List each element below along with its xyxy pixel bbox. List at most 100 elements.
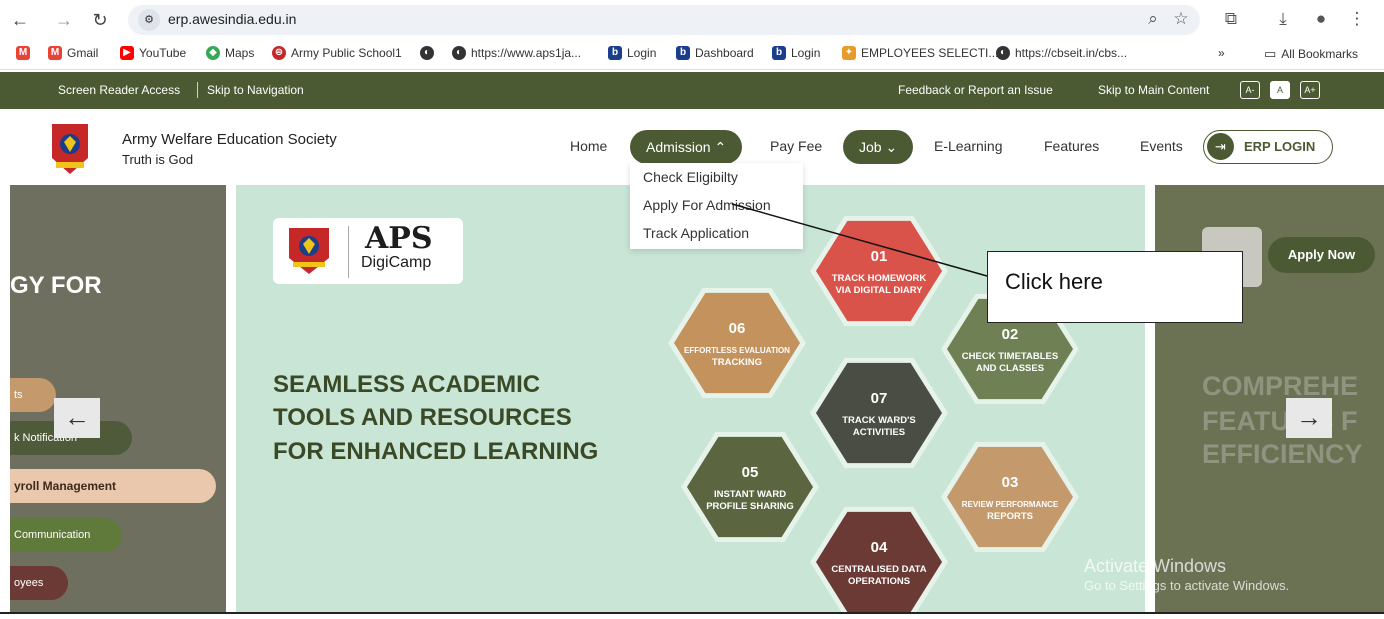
font-decrease-button[interactable]: A-: [1240, 81, 1260, 99]
hexagon-label: REPORTS: [987, 511, 1033, 522]
bookmark-cbseit[interactable]: ◐ https://cbseit.in/cbs...: [996, 46, 1127, 60]
hexagon-01: 01 TRACK HOMEWORKVIA DIGITAL DIARY: [810, 215, 948, 327]
globe-icon: ◐: [420, 46, 434, 60]
skip-navigation-link[interactable]: Skip to Navigation: [207, 83, 304, 97]
nav-elearning[interactable]: E-Learning: [934, 138, 1003, 154]
bookmark-youtube[interactable]: ▶ YouTube: [120, 46, 186, 60]
skip-main-content-link[interactable]: Skip to Main Content: [1098, 83, 1209, 97]
aps-subtitle: DigiCamp: [361, 254, 432, 271]
nav-job[interactable]: Job ⌄: [843, 130, 914, 164]
bookmark-site-icon: ✦: [842, 46, 856, 60]
activate-windows-title: Activate Windows: [1084, 556, 1227, 576]
hexagon-05: 05 INSTANT WARDPROFILE SHARING: [681, 431, 819, 543]
bookmark-login-2[interactable]: b Login: [772, 46, 820, 60]
login-icon: ⇥: [1207, 133, 1234, 160]
hexagon-label: ACTIVITIES: [853, 427, 905, 438]
feedback-link[interactable]: Feedback or Report an Issue: [898, 83, 1053, 97]
nav-admission[interactable]: Admission ⌃: [630, 130, 743, 164]
profile-icon[interactable]: ●: [1310, 9, 1332, 29]
hexagon-04: 04 CENTRALISED DATAOPERATIONS: [810, 506, 948, 612]
bookmark-army-public-school[interactable]: ⊜ Army Public School1: [272, 46, 402, 60]
hexagon-label: TRACK WARD'S: [842, 415, 916, 426]
hexagon-shape: [810, 357, 948, 469]
hexagon-label: PROFILE SHARING: [706, 501, 794, 512]
nav-home[interactable]: Home: [570, 138, 607, 154]
download-icon[interactable]: ⤓: [1272, 9, 1294, 29]
folder-icon: ▭: [1264, 46, 1277, 61]
hexagon-label: TRACKING: [712, 357, 762, 368]
hexagon-number: 03: [1002, 474, 1019, 491]
hexagon-shape: [810, 506, 948, 612]
hexagon-label: REVIEW PERFORMANCE: [962, 500, 1059, 509]
apply-now-button[interactable]: Apply Now: [1268, 237, 1375, 273]
org-name: Army Welfare Education Society: [122, 131, 337, 148]
gmail-app-icon[interactable]: M: [16, 46, 30, 60]
bookmark-dashboard[interactable]: b Dashboard: [676, 46, 754, 60]
aps-logo-icon: [289, 228, 329, 274]
hexagon-number: 07: [871, 390, 888, 407]
hexagon-number: 02: [1002, 326, 1019, 343]
hexagon-shape: [941, 441, 1079, 553]
right-slide-line: EFFICIENCY: [1202, 439, 1363, 469]
screen-reader-link[interactable]: Screen Reader Access: [58, 83, 180, 97]
font-increase-button[interactable]: A+: [1300, 81, 1320, 99]
hexagon-label: OPERATIONS: [848, 576, 910, 587]
bookmark-globe[interactable]: ◐: [420, 46, 434, 60]
globe-icon: ◐: [452, 46, 466, 60]
aps-title: APS: [365, 221, 433, 256]
hexagon-label: INSTANT WARD: [714, 489, 786, 500]
hexagon-number: 06: [729, 320, 746, 337]
nav-events[interactable]: Events: [1140, 138, 1183, 154]
erp-login-label: ERP LOGIN: [1244, 139, 1316, 154]
maps-icon: ◆: [206, 46, 220, 60]
strip-divider: [197, 82, 198, 98]
extensions-icon[interactable]: ⧉: [1220, 9, 1242, 29]
awes-logo-icon[interactable]: [48, 118, 92, 176]
activate-windows-subtitle: Go to Settings to activate Windows.: [1084, 578, 1290, 593]
slide-headline-line-1: SEAMLESS ACADEMIC: [273, 371, 541, 398]
hexagon-label: CENTRALISED DATA: [831, 564, 926, 575]
carousel-next-button[interactable]: →: [1286, 398, 1332, 438]
left-slide-item: Communication: [10, 518, 122, 552]
back-icon[interactable]: ←: [8, 8, 32, 32]
youtube-icon: ▶: [120, 46, 134, 60]
aps-card-divider: [348, 226, 349, 278]
zoom-icon[interactable]: ⌕: [1142, 9, 1164, 29]
left-slide-item: yroll Management: [10, 469, 216, 503]
star-icon[interactable]: ☆: [1170, 9, 1192, 29]
menu-apply-for-admission[interactable]: Apply For Admission: [643, 197, 771, 213]
hexagon-label: CHECK TIMETABLES: [962, 351, 1058, 362]
all-bookmarks-button[interactable]: ▭ All Bookmarks: [1264, 46, 1358, 62]
bookmark-aps1ja[interactable]: ◐ https://www.aps1ja...: [452, 46, 581, 60]
hexagon-label: AND CLASSES: [976, 363, 1044, 374]
nav-features[interactable]: Features: [1044, 138, 1099, 154]
school-icon: ⊜: [272, 46, 286, 60]
hexagon-label: VIA DIGITAL DIARY: [835, 285, 923, 296]
hexagon-03: 03 REVIEW PERFORMANCE REPORTS: [941, 441, 1079, 553]
hexagon-06: 06 EFFORTLESS EVALUATION TRACKING: [668, 287, 806, 399]
menu-check-eligibility[interactable]: Check Eligibilty: [643, 169, 738, 185]
globe-icon: ◐: [996, 46, 1010, 60]
font-normal-button[interactable]: A: [1270, 81, 1290, 99]
forward-icon[interactable]: →: [52, 8, 76, 32]
reload-icon[interactable]: ↻: [88, 8, 112, 32]
left-slide-heading: GY FOR: [10, 272, 102, 299]
bookmark-login-1[interactable]: b Login: [608, 46, 656, 60]
right-slide-line: COMPREHE: [1202, 371, 1359, 401]
hexagon-07: 07 TRACK WARD'SACTIVITIES: [810, 357, 948, 469]
slide-headline-line-2: TOOLS AND RESOURCES: [273, 404, 572, 431]
url-text: erp.awesindia.edu.in: [168, 11, 297, 27]
org-tagline: Truth is God: [122, 152, 194, 167]
hexagon-number: 04: [871, 539, 888, 556]
bottom-border: [0, 612, 1384, 619]
slide-previous: ts k Notification yroll Management Commu…: [10, 185, 226, 612]
menu-track-application[interactable]: Track Application: [643, 225, 749, 241]
bookmark-employees-selection[interactable]: ✦ EMPLOYEES SELECTI...: [842, 46, 998, 60]
carousel-prev-button[interactable]: ←: [54, 398, 100, 438]
menu-icon[interactable]: ⋮: [1346, 9, 1368, 29]
nav-pay-fee[interactable]: Pay Fee: [770, 138, 822, 154]
site-settings-icon[interactable]: ⚙: [138, 9, 160, 31]
bookmark-maps[interactable]: ◆ Maps: [206, 46, 254, 60]
bookmark-gmail[interactable]: M Gmail: [48, 46, 98, 60]
more-bookmarks-button[interactable]: »: [1218, 46, 1225, 60]
